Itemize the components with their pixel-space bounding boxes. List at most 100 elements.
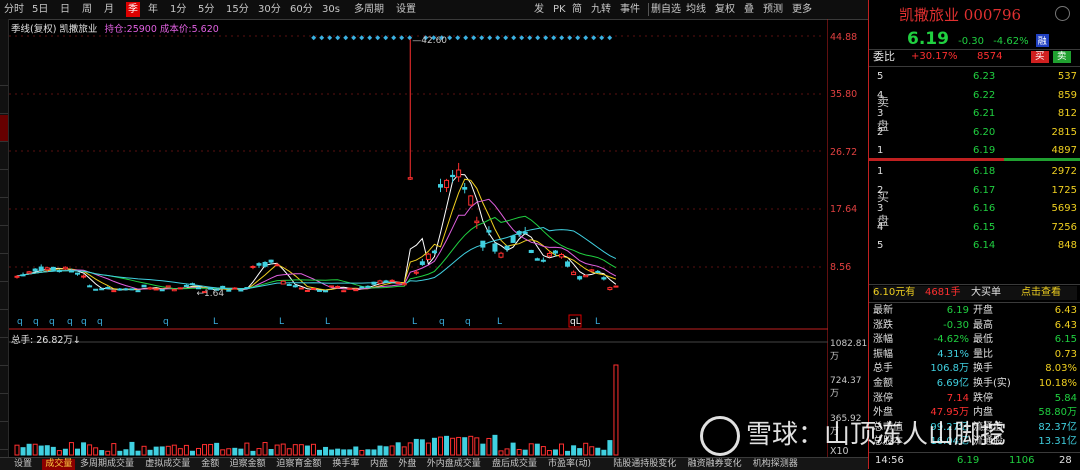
side-tab[interactable] [0, 87, 8, 114]
order-book-row[interactable]: 1 6.19 4897 [873, 144, 1077, 158]
period-tab-10[interactable]: 30分 [258, 2, 281, 17]
period-tab-4[interactable]: 月 [104, 2, 114, 17]
event-marker[interactable]: L [412, 317, 417, 327]
tool-button-10[interactable]: 更多 [792, 2, 812, 17]
side-tab[interactable] [0, 143, 8, 170]
big-order-row[interactable]: 6.10元有 4681手 大买单 点击查看 [873, 286, 1077, 300]
period-tab-5[interactable]: 季 [126, 2, 140, 17]
event-marker[interactable]: q [163, 317, 169, 327]
tool-button-2[interactable]: 简 [572, 2, 582, 17]
period-tab-9[interactable]: 15分 [226, 2, 249, 17]
kline-chart-area[interactable]: —42.60 ←1.64 q q q q q q q L L L Lq q LqL L 季线(复权) 凯撒旅… [9, 19, 829, 457]
side-tab[interactable] [0, 59, 8, 86]
tool-button-1[interactable]: PK [553, 2, 566, 17]
event-marker[interactable]: q [67, 317, 73, 327]
event-marker[interactable]: qL [570, 317, 581, 327]
signal-marker [607, 35, 613, 41]
candle-body [304, 289, 310, 292]
event-marker[interactable]: L [325, 317, 330, 327]
price-axis-label: 35.80 [830, 89, 858, 100]
indicator-tab-7[interactable]: 换手率 [332, 459, 359, 470]
indicator-tab-3[interactable]: 虚拟成交量 [145, 459, 190, 470]
event-marker[interactable]: L [595, 317, 600, 327]
order-book-row[interactable]: 1 6.18 2972 [873, 165, 1077, 179]
tool-button-0[interactable]: 发 [534, 2, 544, 17]
side-tab[interactable] [0, 255, 8, 282]
event-marker[interactable]: q [97, 317, 103, 327]
indicator-tab-10[interactable]: 外内盘成交量 [427, 459, 481, 470]
tool-button-5[interactable]: 删自选 [651, 2, 681, 17]
period-tab-14[interactable]: 设置 [396, 2, 416, 17]
side-tab[interactable] [0, 423, 8, 450]
event-marker[interactable]: L [213, 317, 218, 327]
period-tab-2[interactable]: 日 [60, 2, 70, 17]
period-tab-6[interactable]: 年 [148, 2, 158, 17]
side-tab[interactable] [0, 171, 8, 198]
view-link[interactable]: 点击查看 [1021, 286, 1061, 300]
candle-body [286, 283, 292, 286]
side-tab[interactable] [0, 339, 8, 366]
indicator-tab-11[interactable]: 盘后成交量 [492, 459, 537, 470]
tool-button-3[interactable]: 九转 [591, 2, 611, 17]
period-tab-11[interactable]: 60分 [290, 2, 313, 17]
kline-chart-svg[interactable]: —42.60←1.64 q q q q q q q L L L Lq q LqL L [9, 19, 829, 457]
indicator-tab-13[interactable]: 陆股通持股变化 [613, 459, 676, 470]
period-tab-3[interactable]: 周 [82, 2, 92, 17]
event-marker[interactable]: q [17, 317, 23, 327]
order-book-row[interactable]: 2 6.20 2815 [873, 126, 1077, 140]
candle-body [159, 289, 165, 292]
indicator-tab-12[interactable]: 市盈率(动) [548, 459, 591, 470]
sell-button[interactable]: 卖 [1053, 51, 1071, 63]
order-book-row[interactable]: 4 6.22 859 [873, 89, 1077, 103]
indicator-tab-8[interactable]: 内盘 [370, 459, 388, 470]
event-marker[interactable]: q [49, 317, 55, 327]
tool-button-4[interactable]: 事件 [620, 2, 640, 17]
indicator-tab-6[interactable]: 迫察育金额 [276, 459, 321, 470]
order-book-row[interactable]: 3 6.16 5693 [873, 202, 1077, 216]
indicator-tab-0[interactable]: 设置 [14, 459, 32, 470]
indicator-tab-5[interactable]: 迫察金额 [230, 459, 266, 470]
volume-axis-label: 1082.81万 [830, 339, 868, 362]
indicator-tab-9[interactable]: 外盘 [398, 459, 416, 470]
event-marker[interactable]: q [465, 317, 471, 327]
tool-button-8[interactable]: 叠 [744, 2, 754, 17]
event-marker[interactable]: L [497, 317, 502, 327]
period-tab-12[interactable]: 30s [322, 2, 340, 17]
tool-button-9[interactable]: 预测 [763, 2, 783, 17]
period-tab-13[interactable]: 多周期 [354, 2, 384, 17]
search-icon[interactable] [1055, 6, 1070, 21]
tool-button-6[interactable]: 均线 [686, 2, 706, 17]
period-tab-0[interactable]: 分时 [4, 2, 24, 17]
order-book-row[interactable]: 4 6.15 7256 [873, 221, 1077, 235]
side-tab[interactable] [0, 227, 8, 254]
indicator-tab-2[interactable]: 多周期成交量 [80, 459, 134, 470]
stat-cell: 换手 [973, 363, 993, 375]
side-tab[interactable] [0, 199, 8, 226]
period-tab-7[interactable]: 1分 [170, 2, 186, 17]
period-tab-8[interactable]: 5分 [198, 2, 214, 17]
book-level: 2 [877, 126, 884, 138]
side-tab[interactable] [0, 311, 8, 338]
event-marker[interactable]: q [439, 317, 445, 327]
side-tab[interactable] [0, 395, 8, 422]
event-marker[interactable]: q [81, 317, 87, 327]
order-book-row[interactable]: 2 6.17 1725 [873, 184, 1077, 198]
side-tab[interactable] [0, 367, 8, 394]
indicator-tab-14[interactable]: 融资融券变化 [688, 459, 742, 470]
event-marker[interactable]: L [279, 317, 284, 327]
indicator-tab-15[interactable]: 机构探测器 [753, 459, 798, 470]
book-level: 4 [877, 221, 884, 233]
indicator-tab-1[interactable]: 成交量 [42, 459, 76, 470]
period-tab-1[interactable]: 5日 [32, 2, 48, 17]
volume-bar [510, 442, 516, 456]
side-tab[interactable] [0, 283, 8, 310]
order-book-row[interactable]: 5 6.14 848 [873, 239, 1077, 253]
last-price: 6.19 [907, 29, 949, 49]
order-book-row[interactable]: 5 6.23 537 [873, 70, 1077, 84]
side-tab-active[interactable] [0, 115, 8, 142]
order-book-row[interactable]: 3 6.21 812 [873, 107, 1077, 121]
buy-button[interactable]: 买 [1031, 51, 1049, 63]
indicator-tab-4[interactable]: 金额 [201, 459, 219, 470]
tool-button-7[interactable]: 复权 [715, 2, 735, 17]
event-marker[interactable]: q [33, 317, 39, 327]
